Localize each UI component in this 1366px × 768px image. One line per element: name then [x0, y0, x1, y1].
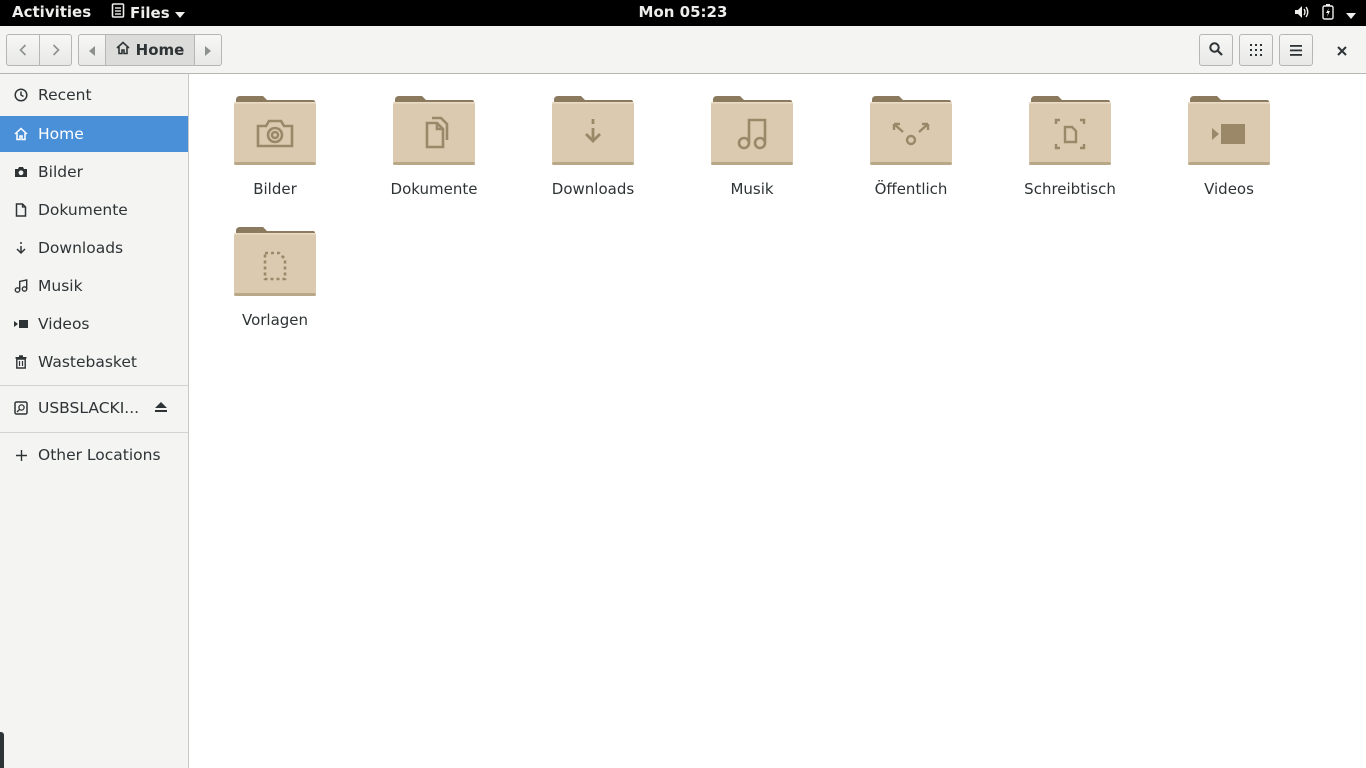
- folder-label: Öffentlich: [874, 180, 948, 198]
- sidebar-separator: [0, 385, 188, 386]
- folder-label: Schreibtisch: [1024, 180, 1116, 198]
- music-icon: [0, 279, 38, 293]
- path-crumb-home[interactable]: Home: [105, 35, 195, 65]
- folder-video-icon: [1188, 96, 1270, 165]
- sidebar-item-label: Home: [38, 125, 84, 143]
- sidebar-item-recent[interactable]: Recent: [0, 77, 188, 113]
- folder-item-downloads[interactable]: Downloads: [518, 92, 668, 218]
- volume-icon: [1294, 5, 1310, 23]
- sidebar-item-label: Downloads: [38, 239, 124, 257]
- grid-icon: [1250, 41, 1262, 60]
- sidebar-item-label: Bilder: [38, 163, 83, 181]
- triangle-left-icon: [89, 41, 95, 60]
- sidebar-item-label: Wastebasket: [38, 353, 137, 371]
- activities-button[interactable]: Activities: [12, 3, 91, 21]
- sidebar: Recent Home Bilder Dokumente Downloads M…: [0, 74, 189, 768]
- sidebar-item-label: Videos: [38, 315, 90, 333]
- chevron-down-icon: [174, 4, 185, 22]
- folder-item-videos[interactable]: Videos: [1154, 92, 1304, 218]
- sidebar-item-label: Musik: [38, 277, 83, 295]
- back-button[interactable]: [7, 35, 39, 65]
- app-menu[interactable]: Files: [111, 3, 185, 22]
- folder-download-icon: [552, 96, 634, 165]
- sidebar-item-other-locations[interactable]: Other Locations: [0, 437, 188, 473]
- sidebar-item-home[interactable]: Home: [0, 116, 188, 152]
- hamburger-icon: [1290, 41, 1302, 60]
- folder-camera-icon: [234, 96, 316, 165]
- folder-label: Musik: [730, 180, 774, 198]
- folder-share-icon: [870, 96, 952, 165]
- chevron-left-icon: [19, 41, 27, 60]
- sidebar-item-dokumente[interactable]: Dokumente: [0, 192, 188, 228]
- files-app-icon: [111, 3, 125, 22]
- sidebar-item-label: Dokumente: [38, 201, 128, 219]
- sidebar-item-bilder[interactable]: Bilder: [0, 154, 188, 190]
- camera-icon: [0, 166, 38, 178]
- close-icon: [1337, 41, 1347, 60]
- sidebar-separator: [0, 432, 188, 433]
- dock-edge: [0, 732, 4, 768]
- folder-item-musik[interactable]: Musik: [677, 92, 827, 218]
- path-scroll-left-button[interactable]: [79, 35, 105, 65]
- search-button[interactable]: [1199, 34, 1233, 66]
- app-menu-label: Files: [130, 3, 170, 22]
- folder-label: Downloads: [551, 180, 635, 198]
- chevron-right-icon: [52, 41, 60, 60]
- folder-label: Dokumente: [390, 180, 478, 198]
- path-bar: Home: [78, 34, 222, 66]
- home-icon: [116, 41, 130, 59]
- view-mode-button[interactable]: [1239, 34, 1273, 66]
- folder-desktop-icon: [1029, 96, 1111, 165]
- folder-view: Bilder Dokumente Downloads Musik Öffentl…: [189, 74, 1366, 768]
- folder-label: Bilder: [253, 180, 297, 198]
- folder-item-bilder[interactable]: Bilder: [200, 92, 350, 218]
- close-button[interactable]: [1325, 34, 1359, 66]
- download-icon: [0, 241, 38, 255]
- folder-documents-icon: [393, 96, 475, 165]
- top-panel: Activities Files Mon 05:23: [0, 0, 1366, 26]
- folder-item-schreibtisch[interactable]: Schreibtisch: [995, 92, 1145, 218]
- sidebar-item-label: Other Locations: [38, 446, 161, 464]
- sidebar-item-musik[interactable]: Musik: [0, 268, 188, 304]
- path-crumb-label: Home: [135, 41, 185, 59]
- forward-button[interactable]: [39, 35, 71, 65]
- eject-button[interactable]: [154, 399, 168, 417]
- folder-item-dokumente[interactable]: Dokumente: [359, 92, 509, 218]
- sidebar-item-label: Recent: [38, 86, 92, 104]
- sidebar-item-label: USBSLACKI...: [38, 399, 140, 417]
- menu-button[interactable]: [1279, 34, 1313, 66]
- folder-label: Videos: [1204, 180, 1254, 198]
- system-tray[interactable]: [1294, 4, 1356, 24]
- sidebar-item-usb-drive[interactable]: USBSLACKI...: [0, 390, 188, 426]
- sidebar-item-downloads[interactable]: Downloads: [0, 230, 188, 266]
- sidebar-item-videos[interactable]: Videos: [0, 306, 188, 342]
- folder-item-oeffentlich[interactable]: Öffentlich: [836, 92, 986, 218]
- navigation-buttons: [6, 34, 72, 66]
- battery-icon: [1322, 4, 1334, 24]
- chevron-down-icon: [1346, 5, 1356, 23]
- home-icon: [0, 127, 38, 141]
- header-bar: Home: [0, 26, 1366, 74]
- clock-icon: [0, 88, 38, 102]
- triangle-right-icon: [205, 41, 211, 60]
- plus-icon: [0, 449, 38, 461]
- folder-item-vorlagen[interactable]: Vorlagen: [200, 223, 350, 349]
- folder-music-icon: [711, 96, 793, 165]
- folder-template-icon: [234, 227, 316, 296]
- search-icon: [1209, 41, 1223, 60]
- sidebar-item-wastebasket[interactable]: Wastebasket: [0, 344, 188, 380]
- video-icon: [0, 319, 38, 329]
- folder-label: Vorlagen: [241, 311, 309, 329]
- clock[interactable]: Mon 05:23: [639, 3, 728, 21]
- trash-icon: [0, 355, 38, 369]
- drive-icon: [0, 401, 38, 415]
- document-icon: [0, 203, 38, 217]
- path-scroll-right-button[interactable]: [195, 35, 221, 65]
